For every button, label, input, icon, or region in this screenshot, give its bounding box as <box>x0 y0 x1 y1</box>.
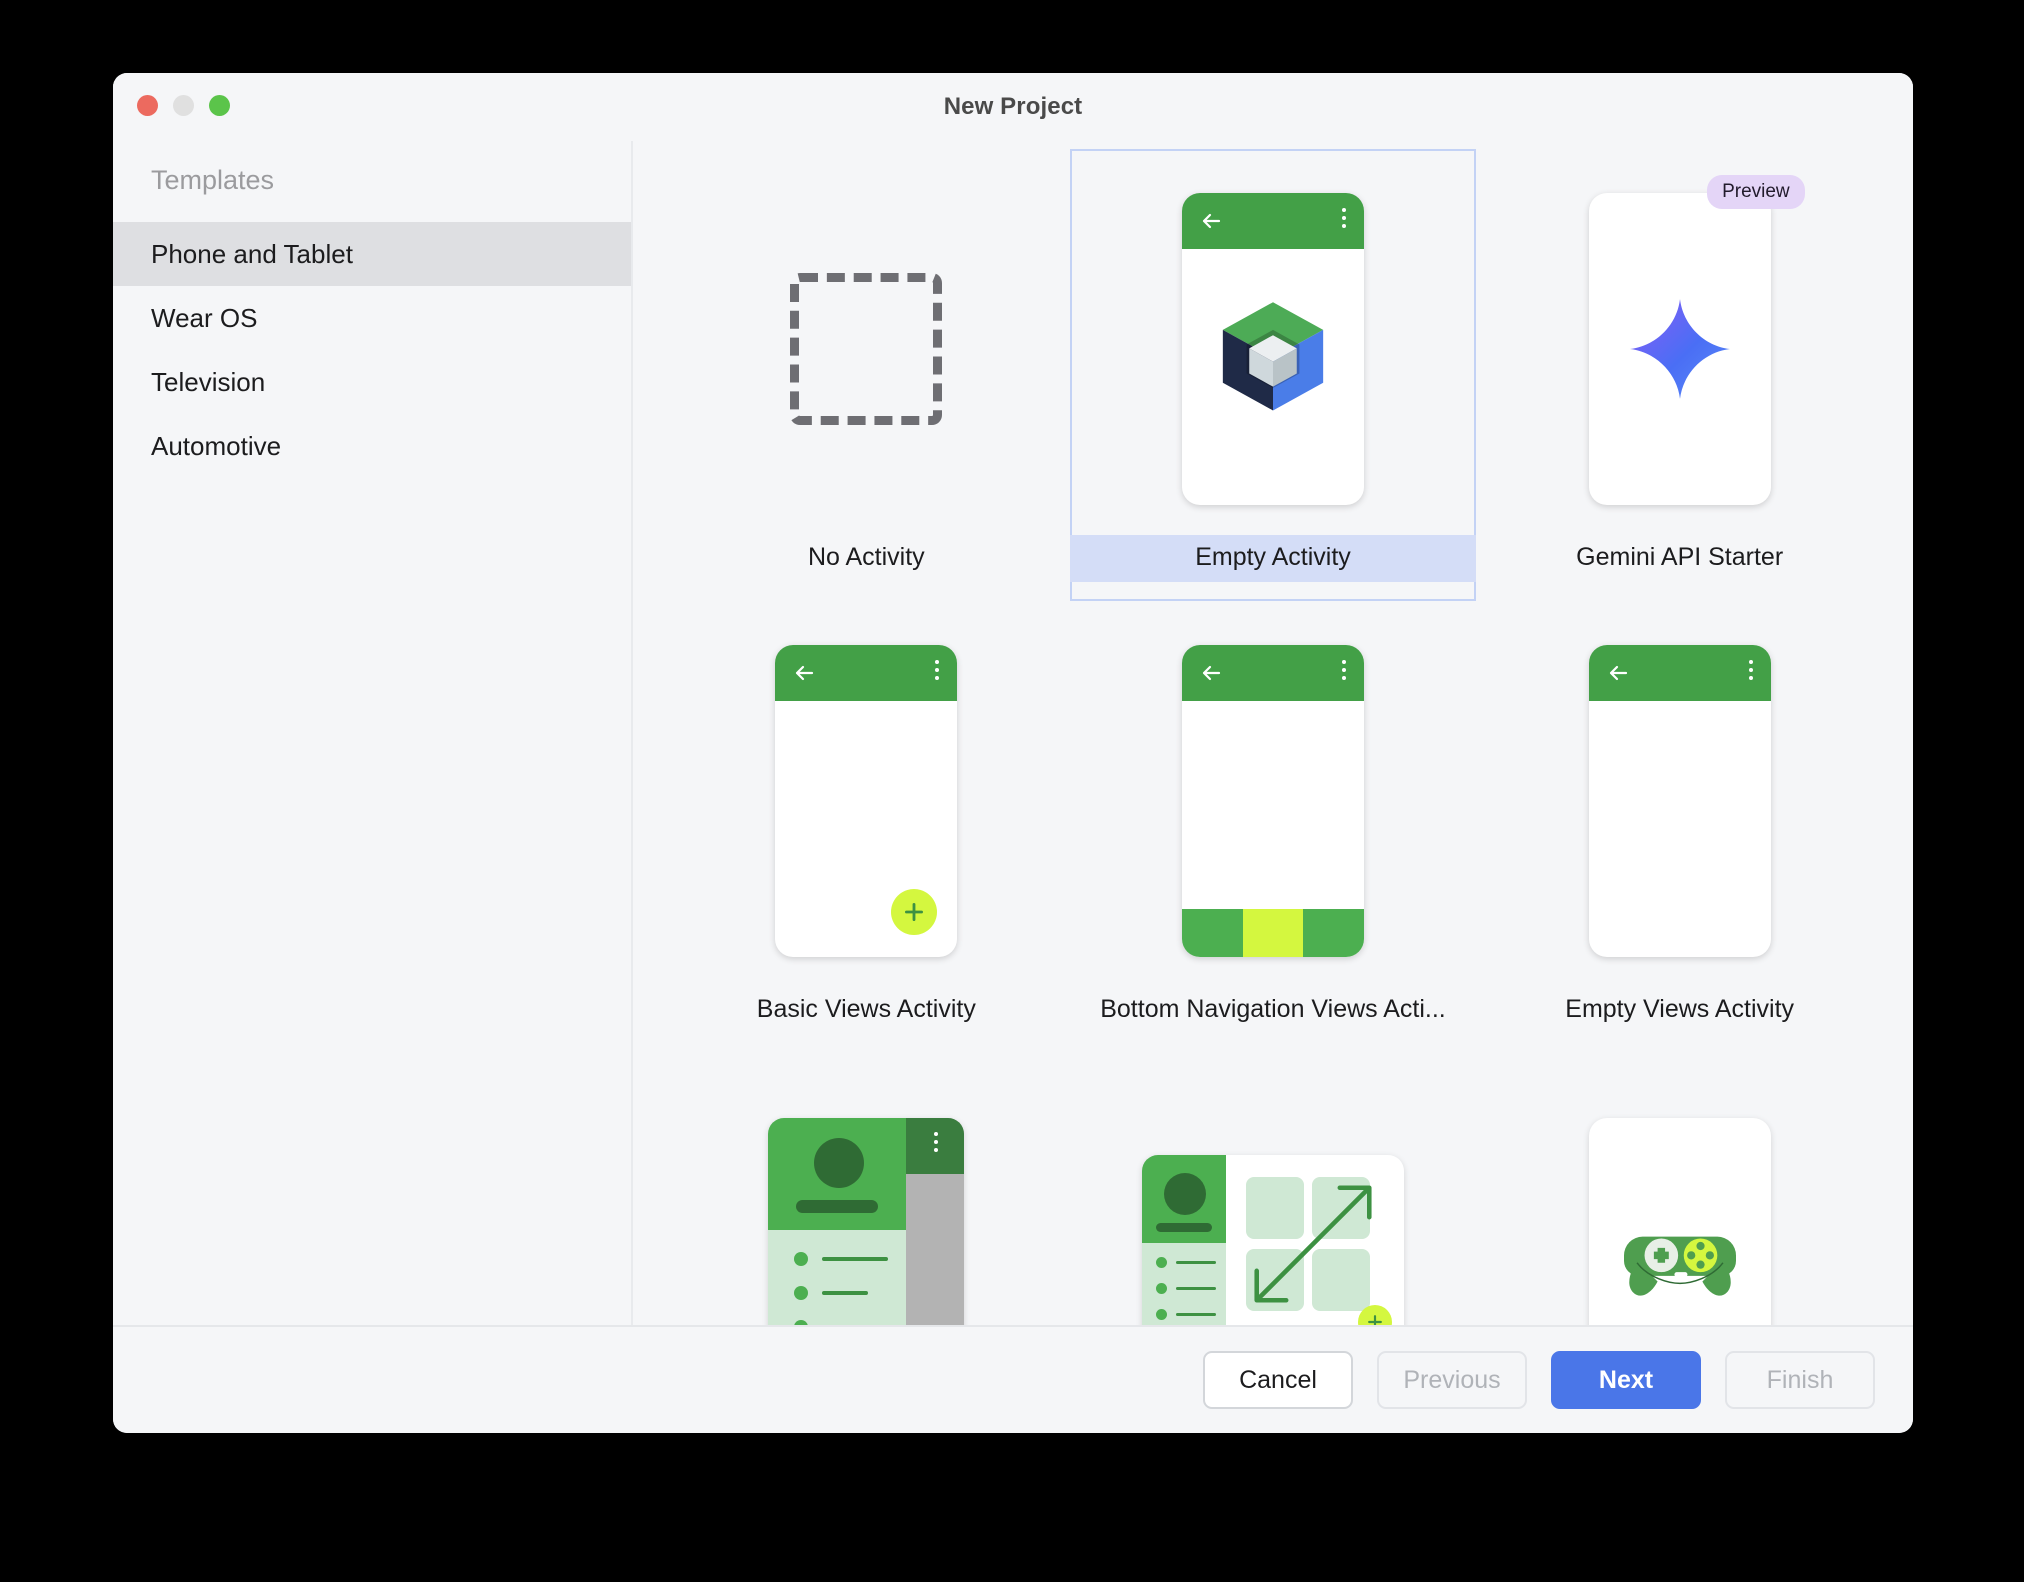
new-project-dialog: New Project Templates Phone and Tablet W… <box>113 73 1913 1433</box>
phone-mock-game <box>1588 1118 1771 1325</box>
title-bar: New Project <box>113 73 1913 141</box>
template-label: Bottom Navigation Views Acti... <box>1100 995 1446 1023</box>
back-arrow-icon <box>1202 665 1221 681</box>
template-card-bottom-navigation-views-activity[interactable]: Bottom Navigation Views Acti... <box>1070 601 1477 1053</box>
template-grid-scroll[interactable]: No Activity Empty Activity Preview Gemin… <box>633 141 1913 1325</box>
template-card-basic-views-activity[interactable]: Basic Views Activity <box>663 601 1070 1053</box>
template-thumbnail <box>1181 615 1364 987</box>
template-thumbnail <box>775 615 958 987</box>
back-arrow-icon <box>796 665 814 681</box>
list-item <box>1155 1283 1216 1294</box>
overflow-menu-icon <box>935 660 940 680</box>
phone-mock <box>1181 193 1364 505</box>
sidebar-item-phone-and-tablet[interactable]: Phone and Tablet <box>113 222 631 286</box>
preview-badge: Preview <box>1707 175 1805 209</box>
bottom-nav-item-active <box>1242 909 1304 957</box>
template-card-empty-views-activity[interactable]: Empty Views Activity <box>1476 601 1883 1053</box>
plus-icon <box>1368 1315 1382 1325</box>
list-item <box>1155 1309 1216 1320</box>
next-button[interactable]: Next <box>1551 1351 1701 1409</box>
back-arrow-icon <box>1609 665 1627 681</box>
template-card-responsive-views-activity[interactable] <box>1070 1053 1477 1325</box>
template-thumbnail <box>768 1067 965 1325</box>
floating-action-button-icon <box>891 889 938 935</box>
template-thumbnail: Preview <box>1588 163 1805 535</box>
app-bar <box>1181 645 1364 701</box>
template-label: Gemini API Starter <box>1576 543 1784 571</box>
app-bar <box>775 645 958 701</box>
drawer-item-list <box>1141 1243 1226 1325</box>
previous-button[interactable]: Previous <box>1377 1351 1527 1409</box>
template-card-game-activity[interactable] <box>1476 1053 1883 1325</box>
game-controller-icon <box>1623 1236 1736 1296</box>
jetpack-compose-logo-icon <box>1222 302 1324 411</box>
template-thumbnail <box>1588 1067 1771 1325</box>
list-item <box>794 1286 869 1300</box>
phone-mock <box>775 645 958 957</box>
template-thumbnail <box>1141 1067 1404 1325</box>
list-item <box>794 1252 889 1266</box>
drawer-header <box>1141 1155 1226 1243</box>
bottom-nav-item <box>1303 909 1364 957</box>
template-card-navigation-drawer-views-activity[interactable] <box>663 1053 1070 1325</box>
phone-mock <box>1588 645 1771 957</box>
phone-mock <box>1588 193 1771 505</box>
templates-sidebar: Templates Phone and Tablet Wear OS Telev… <box>113 141 633 1325</box>
phone-mock <box>1181 645 1364 957</box>
sidebar-item-wear-os[interactable]: Wear OS <box>113 286 631 350</box>
template-card-no-activity[interactable]: No Activity <box>663 149 1070 601</box>
sidebar-item-automotive[interactable]: Automotive <box>113 414 631 478</box>
template-card-gemini-api-starter[interactable]: Preview Gemini API Starter <box>1476 149 1883 601</box>
overflow-menu-icon <box>1748 660 1753 680</box>
dashed-placeholder-icon <box>790 273 943 425</box>
app-bar <box>1181 193 1364 249</box>
template-thumbnail <box>1588 615 1771 987</box>
app-bar <box>906 1118 965 1174</box>
overflow-menu-icon <box>1341 660 1346 680</box>
drawer-item-list <box>768 1230 907 1325</box>
list-item <box>794 1320 882 1325</box>
account-name-placeholder <box>796 1200 879 1213</box>
list-item <box>1155 1257 1216 1268</box>
account-name-placeholder <box>1155 1223 1212 1232</box>
app-bar <box>1588 645 1771 701</box>
template-grid: No Activity Empty Activity Preview Gemin… <box>633 141 1913 1325</box>
resize-diagonal-arrow-icon <box>1254 1185 1372 1303</box>
bottom-navigation-bar <box>1181 909 1364 957</box>
sidebar-item-label: Automotive <box>151 431 282 461</box>
drawer-header <box>768 1118 907 1230</box>
bottom-nav-item <box>1181 909 1243 957</box>
phone-mock-drawer <box>768 1118 965 1325</box>
back-arrow-icon <box>1202 213 1221 229</box>
gemini-sparkle-icon <box>1629 299 1730 399</box>
overflow-menu-icon <box>934 1132 939 1152</box>
dialog-body: Templates Phone and Tablet Wear OS Telev… <box>113 141 1913 1325</box>
template-label: Basic Views Activity <box>756 995 976 1023</box>
sidebar-item-label: Wear OS <box>151 303 258 333</box>
sidebar-item-label: Television <box>151 367 266 397</box>
sidebar-item-label: Phone and Tablet <box>151 239 353 269</box>
template-card-empty-activity[interactable]: Empty Activity <box>1069 149 1477 601</box>
template-thumbnail <box>790 163 943 535</box>
template-label: Empty Activity <box>1069 535 1477 582</box>
template-label: No Activity <box>807 543 925 571</box>
sidebar-item-television[interactable]: Television <box>113 350 631 414</box>
tablet-mock <box>1141 1155 1404 1325</box>
avatar <box>814 1138 865 1188</box>
page-title: New Project <box>943 93 1083 120</box>
plus-icon <box>905 903 924 921</box>
avatar <box>1163 1173 1206 1215</box>
dialog-footer: Cancel Previous Next Finish <box>113 1325 1913 1433</box>
finish-button[interactable]: Finish <box>1725 1351 1875 1409</box>
overflow-menu-icon <box>1341 208 1346 228</box>
sidebar-heading: Templates <box>151 165 275 195</box>
floating-action-button-icon <box>1357 1305 1392 1325</box>
template-label: Empty Views Activity <box>1565 995 1795 1023</box>
cancel-button[interactable]: Cancel <box>1203 1351 1353 1409</box>
template-thumbnail <box>1181 163 1364 535</box>
